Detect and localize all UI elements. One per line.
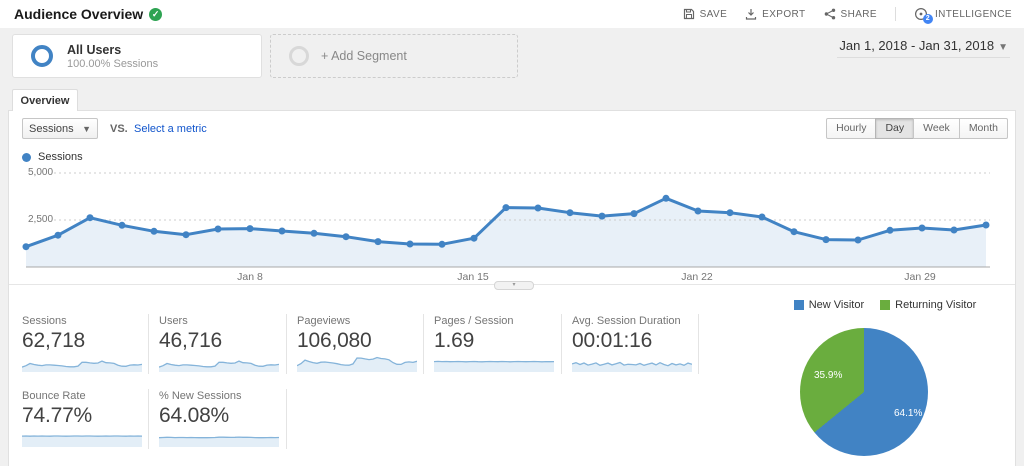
intelligence-button[interactable]: 2 INTELLIGENCE (914, 7, 1012, 24)
metric-select-dropdown[interactable]: Sessions ▼ (22, 118, 98, 139)
metric-card-users[interactable]: Users 46,716 (159, 315, 283, 373)
granularity-hourly-button[interactable]: Hourly (826, 118, 877, 139)
select-metric-link[interactable]: Select a metric (134, 123, 207, 135)
metric-card-sessions[interactable]: Sessions 62,718 (22, 315, 146, 373)
page-title: Audience Overview (14, 6, 144, 22)
card-divider (148, 389, 149, 449)
card-divider (423, 314, 424, 374)
new-visitor-swatch-icon (793, 300, 804, 310)
granularity-month-button[interactable]: Month (958, 118, 1008, 139)
card-divider (148, 314, 149, 374)
metric-card-pageviews[interactable]: Pageviews 106,080 (297, 315, 421, 373)
segment-subtitle: 100.00% Sessions (67, 57, 159, 70)
card-divider (698, 314, 699, 374)
header-actions: SAVE EXPORT SHARE 2 INTELLIGENCE (683, 0, 1012, 28)
share-button[interactable]: SHARE (824, 8, 877, 20)
granularity-day-button[interactable]: Day (875, 118, 915, 139)
legend-returning-visitor: Returning Visitor (880, 299, 976, 311)
pie-value-new-visitor: 64.1% (894, 408, 923, 419)
card-divider (561, 314, 562, 374)
tab-overview[interactable]: Overview (12, 89, 78, 111)
share-icon (824, 8, 836, 20)
sessions-sparkline (22, 360, 142, 372)
chevron-down-icon: ▼ (82, 123, 91, 134)
y-axis-label-2500: 2,500 (28, 214, 54, 225)
intelligence-icon: 2 (914, 7, 933, 24)
segment-title: All Users (67, 42, 122, 57)
x-axis-label-jan29: Jan 29 (904, 271, 936, 283)
sessions-legend-dot-icon (22, 152, 31, 162)
chart-collapse-handle[interactable]: ▾ (494, 281, 534, 290)
pie-value-returning-visitor: 35.9% (814, 370, 843, 381)
pie-legend: New Visitor Returning Visitor (760, 299, 1010, 311)
new-sessions-sparkline (159, 436, 279, 447)
x-axis-label-jan22: Jan 22 (681, 271, 713, 283)
download-icon (745, 8, 757, 20)
date-range-selector[interactable]: Jan 1, 2018 - Jan 31, 2018 ▼ (837, 38, 1010, 58)
save-button[interactable]: SAVE (683, 8, 728, 20)
add-segment-ring-icon (289, 46, 309, 66)
segment-ring-icon (31, 45, 53, 67)
chevron-down-icon: ▼ (998, 42, 1008, 53)
intelligence-count-badge: 2 (922, 13, 933, 24)
visitor-type-pie-chart[interactable]: 64.1% 35.9% (800, 328, 928, 456)
avg-session-duration-sparkline (572, 361, 692, 372)
card-divider (286, 314, 287, 374)
metric-card-bounce-rate[interactable]: Bounce Rate 74.77% (22, 390, 146, 448)
granularity-toggle: Hourly Day Week Month (826, 118, 1008, 139)
returning-visitor-swatch-icon (880, 300, 891, 310)
users-sparkline (159, 360, 279, 372)
x-axis-label-jan15: Jan 15 (457, 271, 489, 283)
card-divider (286, 389, 287, 449)
chart-legend: Sessions (22, 151, 83, 163)
header-divider (894, 7, 896, 21)
y-axis-label-5000: 5,000 (28, 167, 54, 178)
x-axis-label-jan8: Jan 8 (237, 271, 263, 283)
sessions-line-chart[interactable] (0, 165, 1024, 280)
add-segment-button[interactable]: + Add Segment (270, 34, 518, 78)
metric-card-pages-per-session[interactable]: Pages / Session 1.69 (434, 315, 558, 373)
audience-overview-page: Audience Overview ✓ SAVE EXPORT SHARE 2 (0, 0, 1024, 466)
legend-new-visitor: New Visitor (793, 299, 864, 311)
verified-check-icon: ✓ (149, 7, 163, 21)
segment-all-users[interactable]: All Users 100.00% Sessions (12, 34, 262, 78)
bounce-rate-sparkline (22, 435, 142, 447)
metric-card-avg-session-duration[interactable]: Avg. Session Duration 00:01:16 (572, 315, 702, 373)
vs-label: vs. (110, 123, 128, 135)
top-header: Audience Overview ✓ SAVE EXPORT SHARE 2 (0, 0, 1024, 28)
granularity-week-button[interactable]: Week (913, 118, 960, 139)
pageviews-sparkline (297, 356, 417, 372)
pages-per-session-sparkline (434, 360, 554, 372)
save-icon (683, 8, 695, 20)
metric-card-new-sessions[interactable]: % New Sessions 64.08% (159, 390, 283, 448)
export-button[interactable]: EXPORT (745, 8, 805, 20)
